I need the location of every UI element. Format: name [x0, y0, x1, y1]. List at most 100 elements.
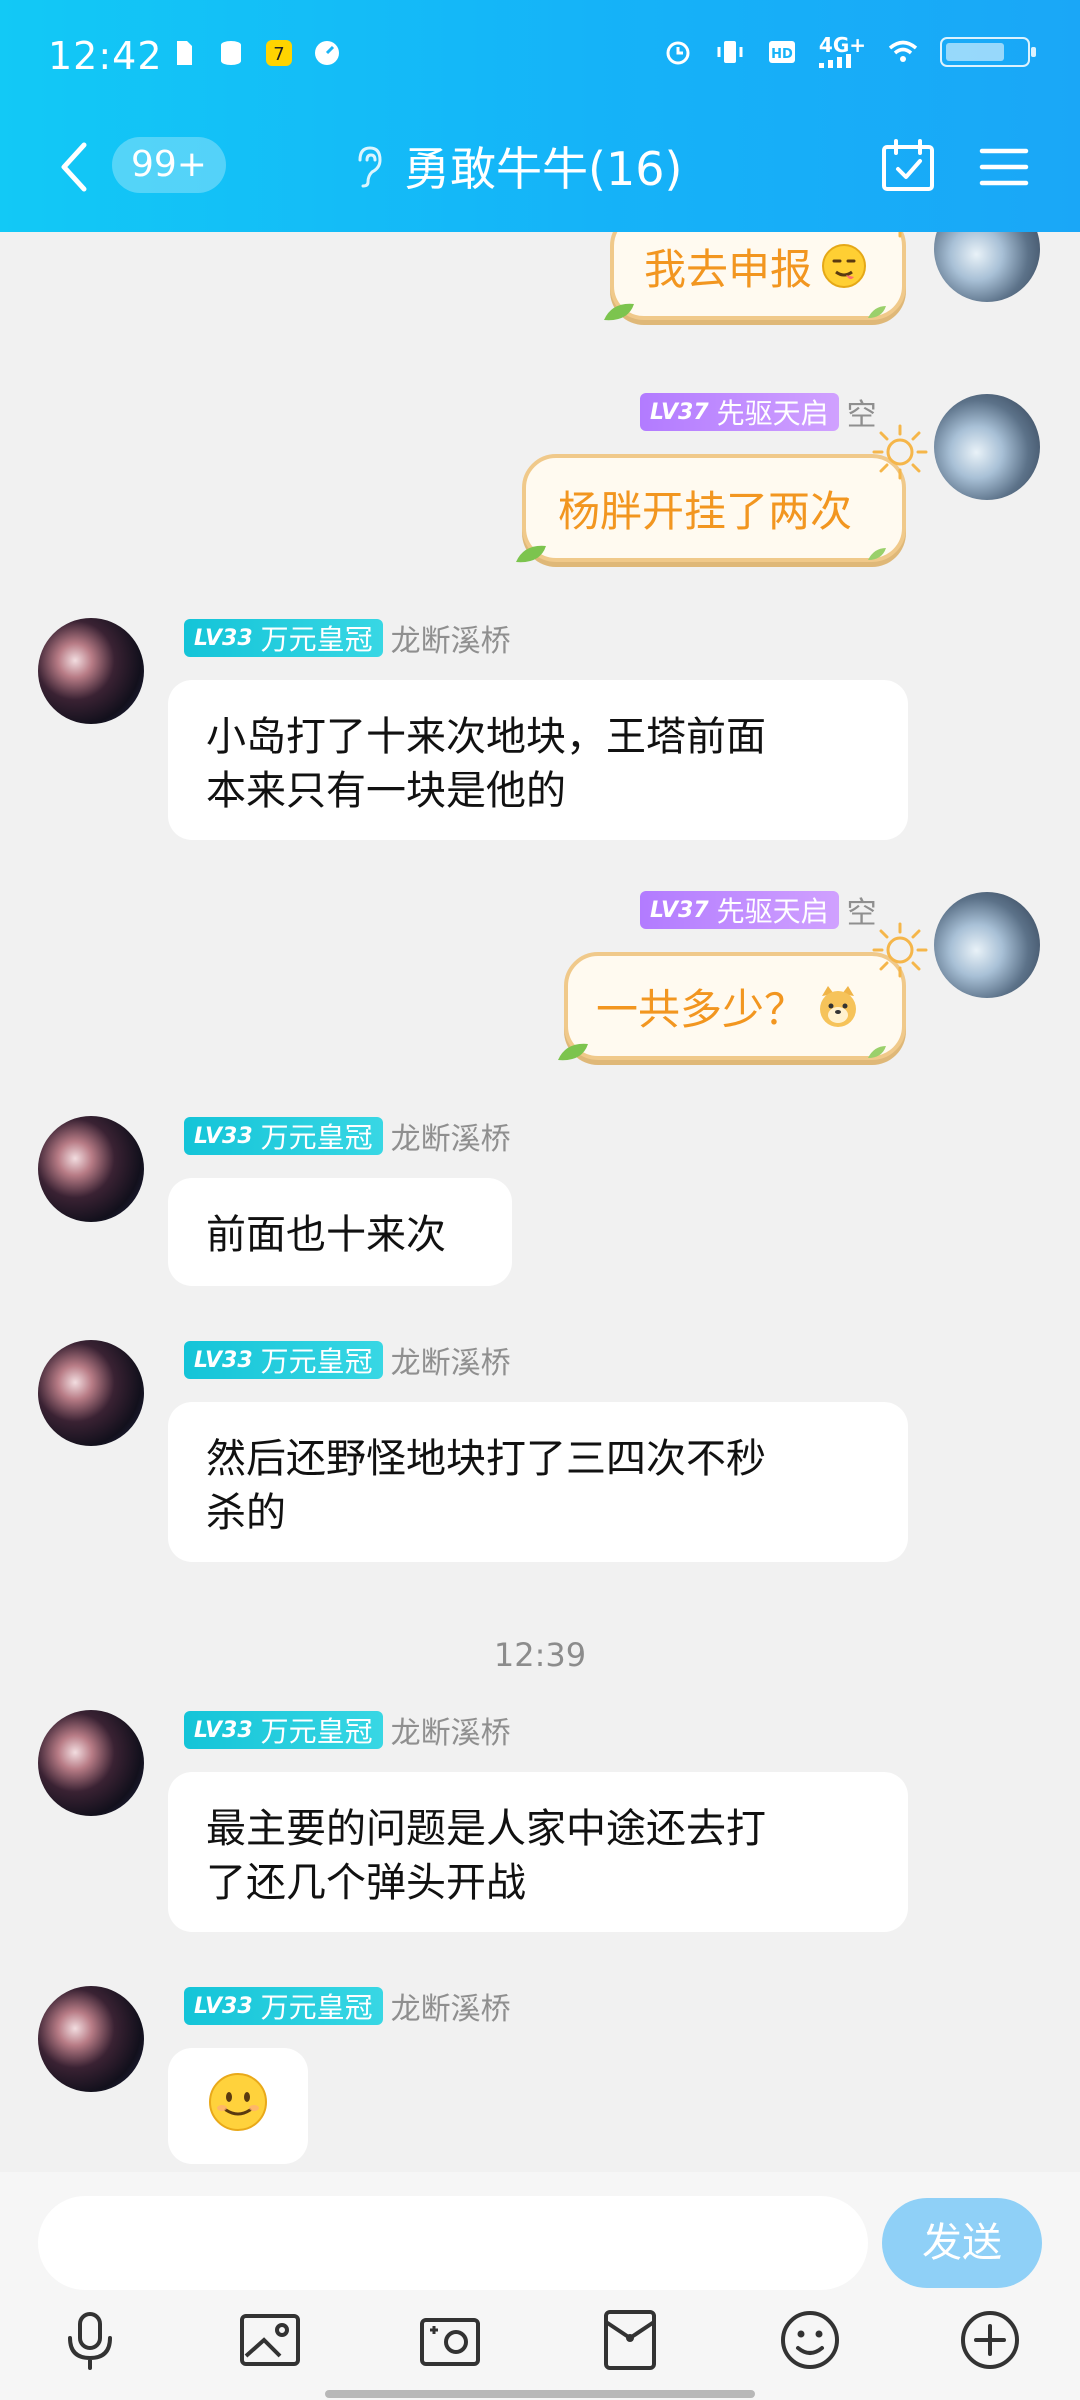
level-label: LV37	[650, 897, 709, 923]
message-text-line: 前面也十来次	[206, 1212, 446, 1258]
status-system-icons: HD 4G+	[663, 33, 1036, 68]
badge-title: 万元皇冠	[260, 1991, 373, 2024]
member-level-badge: LV33 万元皇冠	[184, 619, 383, 657]
sender-name[interactable]: 龙断溪桥	[391, 1114, 511, 1158]
message-text: 我去申报	[644, 244, 813, 294]
avatar[interactable]	[38, 618, 144, 724]
badge-title: 万元皇冠	[260, 1715, 373, 1748]
vibrate-icon	[717, 41, 743, 63]
message-list[interactable]: 我去申报 LV37 先驱天启 空 杨胖开挂了两次 LV33 万元皇冠 龙断溪桥 小岛…	[0, 232, 1080, 2172]
avatar[interactable]	[934, 394, 1040, 500]
level-label: LV33	[194, 1717, 253, 1743]
smile-face-emoji-icon	[209, 2073, 267, 2131]
sender-info: LV33 万元皇冠 龙断溪桥	[184, 1338, 511, 1382]
wifi-icon	[888, 40, 918, 62]
message-text-line: 然后还野怪地块打了三四次不秒	[206, 1436, 766, 1482]
send-button[interactable]: 发送	[882, 2198, 1042, 2288]
storage-icon	[221, 41, 241, 65]
network-type-label: 4G+	[818, 33, 866, 57]
badge-title: 先驱天启	[716, 895, 829, 928]
avatar[interactable]	[38, 1710, 144, 1816]
message-bubble-incoming[interactable]: 前面也十来次	[168, 1178, 512, 1286]
unread-count-badge[interactable]: 99+	[112, 137, 226, 193]
avatar[interactable]	[38, 1340, 144, 1446]
composer-toolbar	[0, 2308, 1080, 2388]
sender-name[interactable]: 龙断溪桥	[391, 616, 511, 660]
badge-title: 万元皇冠	[260, 1121, 373, 1154]
sender-name[interactable]: 龙断溪桥	[391, 1708, 511, 1752]
sun-sticker-icon	[898, 232, 902, 238]
svg-text:HD: HD	[771, 47, 793, 62]
status-time: 12:42	[48, 34, 163, 78]
avatar[interactable]	[934, 892, 1040, 998]
message-bubble-incoming[interactable]: 最主要的问题是人家中途还去打 了还几个弹头开战	[168, 1772, 908, 1932]
message-timestamp: 12:39	[493, 1636, 587, 1674]
plus-icon[interactable]	[958, 2308, 1022, 2372]
message-bubble-incoming[interactable]	[168, 2048, 308, 2164]
home-indicator[interactable]	[325, 2390, 755, 2398]
sun-sticker-icon	[872, 922, 928, 978]
microphone-icon[interactable]	[58, 2308, 122, 2372]
status-bar: 12:42 7 HD 4G+	[0, 0, 1080, 115]
sender-info: LV37 先驱天启 空	[640, 890, 877, 931]
member-level-badge: LV33 万元皇冠	[184, 1341, 383, 1379]
sender-info: LV33 万元皇冠 龙断溪桥	[184, 1114, 511, 1158]
image-icon[interactable]	[238, 2308, 302, 2372]
member-level-badge: LV37 先驱天启	[640, 393, 839, 431]
battery-icon	[940, 37, 1036, 67]
sender-name[interactable]: 龙断溪桥	[391, 1984, 511, 2028]
message-text-line: 小岛打了十来次地块，王塔前面	[206, 714, 766, 760]
avatar[interactable]	[934, 232, 1040, 302]
back-arrow-icon[interactable]	[52, 137, 100, 197]
menu-icon[interactable]	[976, 139, 1032, 195]
doge-face-emoji-icon	[820, 986, 857, 1027]
level-label: LV33	[194, 1123, 253, 1149]
avatar[interactable]	[38, 1116, 144, 1222]
message-text-line: 最主要的问题是人家中途还去打	[206, 1806, 766, 1852]
yum-face-emoji-icon	[822, 244, 867, 288]
member-level-badge: LV33 万元皇冠	[184, 1987, 383, 2025]
leaf-decoration-icon	[868, 548, 886, 560]
level-label: LV33	[194, 625, 253, 651]
message-input[interactable]	[38, 2196, 868, 2290]
hd-icon: HD	[768, 41, 795, 63]
red-envelope-icon[interactable]	[598, 2308, 662, 2372]
chat-title-group[interactable]: 勇敢牛牛(16)	[350, 133, 682, 199]
message-text-line: 杀的	[206, 1490, 286, 1536]
leaf-decoration-icon	[868, 1046, 886, 1058]
level-label: LV37	[650, 399, 709, 425]
chat-header: 12:42 7 HD 4G+ 99+ 勇敢牛牛(16)	[0, 0, 1080, 232]
emoji-icon[interactable]	[778, 2308, 842, 2372]
sim-card-icon	[177, 41, 192, 65]
badge-title: 万元皇冠	[260, 1345, 373, 1378]
message-bubble-outgoing[interactable]: 我去申报	[604, 232, 906, 321]
sender-name[interactable]: 龙断溪桥	[391, 1338, 511, 1382]
svg-text:7: 7	[273, 44, 284, 65]
sender-info: LV33 万元皇冠 龙断溪桥	[184, 616, 511, 660]
badge-title: 万元皇冠	[260, 623, 373, 656]
message-bubble-outgoing[interactable]: 一共多少？	[558, 922, 928, 1061]
avatar[interactable]	[38, 1986, 144, 2092]
camera-icon[interactable]	[418, 2308, 482, 2372]
app-notification-icon: 7	[266, 40, 292, 66]
message-bubble-outgoing[interactable]: 杨胖开挂了两次	[516, 424, 928, 563]
level-label: LV33	[194, 1347, 253, 1373]
sender-info: LV37 先驱天启 空	[640, 392, 877, 433]
sender-info: LV33 万元皇冠 龙断溪桥	[184, 1708, 511, 1752]
message-text: 一共多少？	[596, 984, 807, 1034]
leaf-decoration-icon	[558, 1043, 588, 1061]
message-text: 杨胖开挂了两次	[558, 486, 853, 536]
alarm-icon	[666, 41, 690, 65]
calendar-check-icon[interactable]	[878, 137, 938, 197]
message-composer: 发送	[0, 2172, 1080, 2400]
nav-bar: 99+ 勇敢牛牛(16)	[0, 115, 1080, 232]
sun-sticker-icon	[872, 424, 928, 480]
message-bubble-incoming[interactable]: 然后还野怪地块打了三四次不秒 杀的	[168, 1402, 908, 1562]
status-notification-icons: 7	[168, 38, 342, 68]
leaf-decoration-icon	[868, 306, 886, 318]
signal-bars-icon	[818, 54, 851, 68]
sender-info: LV33 万元皇冠 龙断溪桥	[184, 1984, 511, 2028]
badge-title: 先驱天启	[716, 397, 829, 430]
message-bubble-incoming[interactable]: 小岛打了十来次地块，王塔前面 本来只有一块是他的	[168, 680, 908, 840]
leaf-decoration-icon	[604, 303, 634, 321]
